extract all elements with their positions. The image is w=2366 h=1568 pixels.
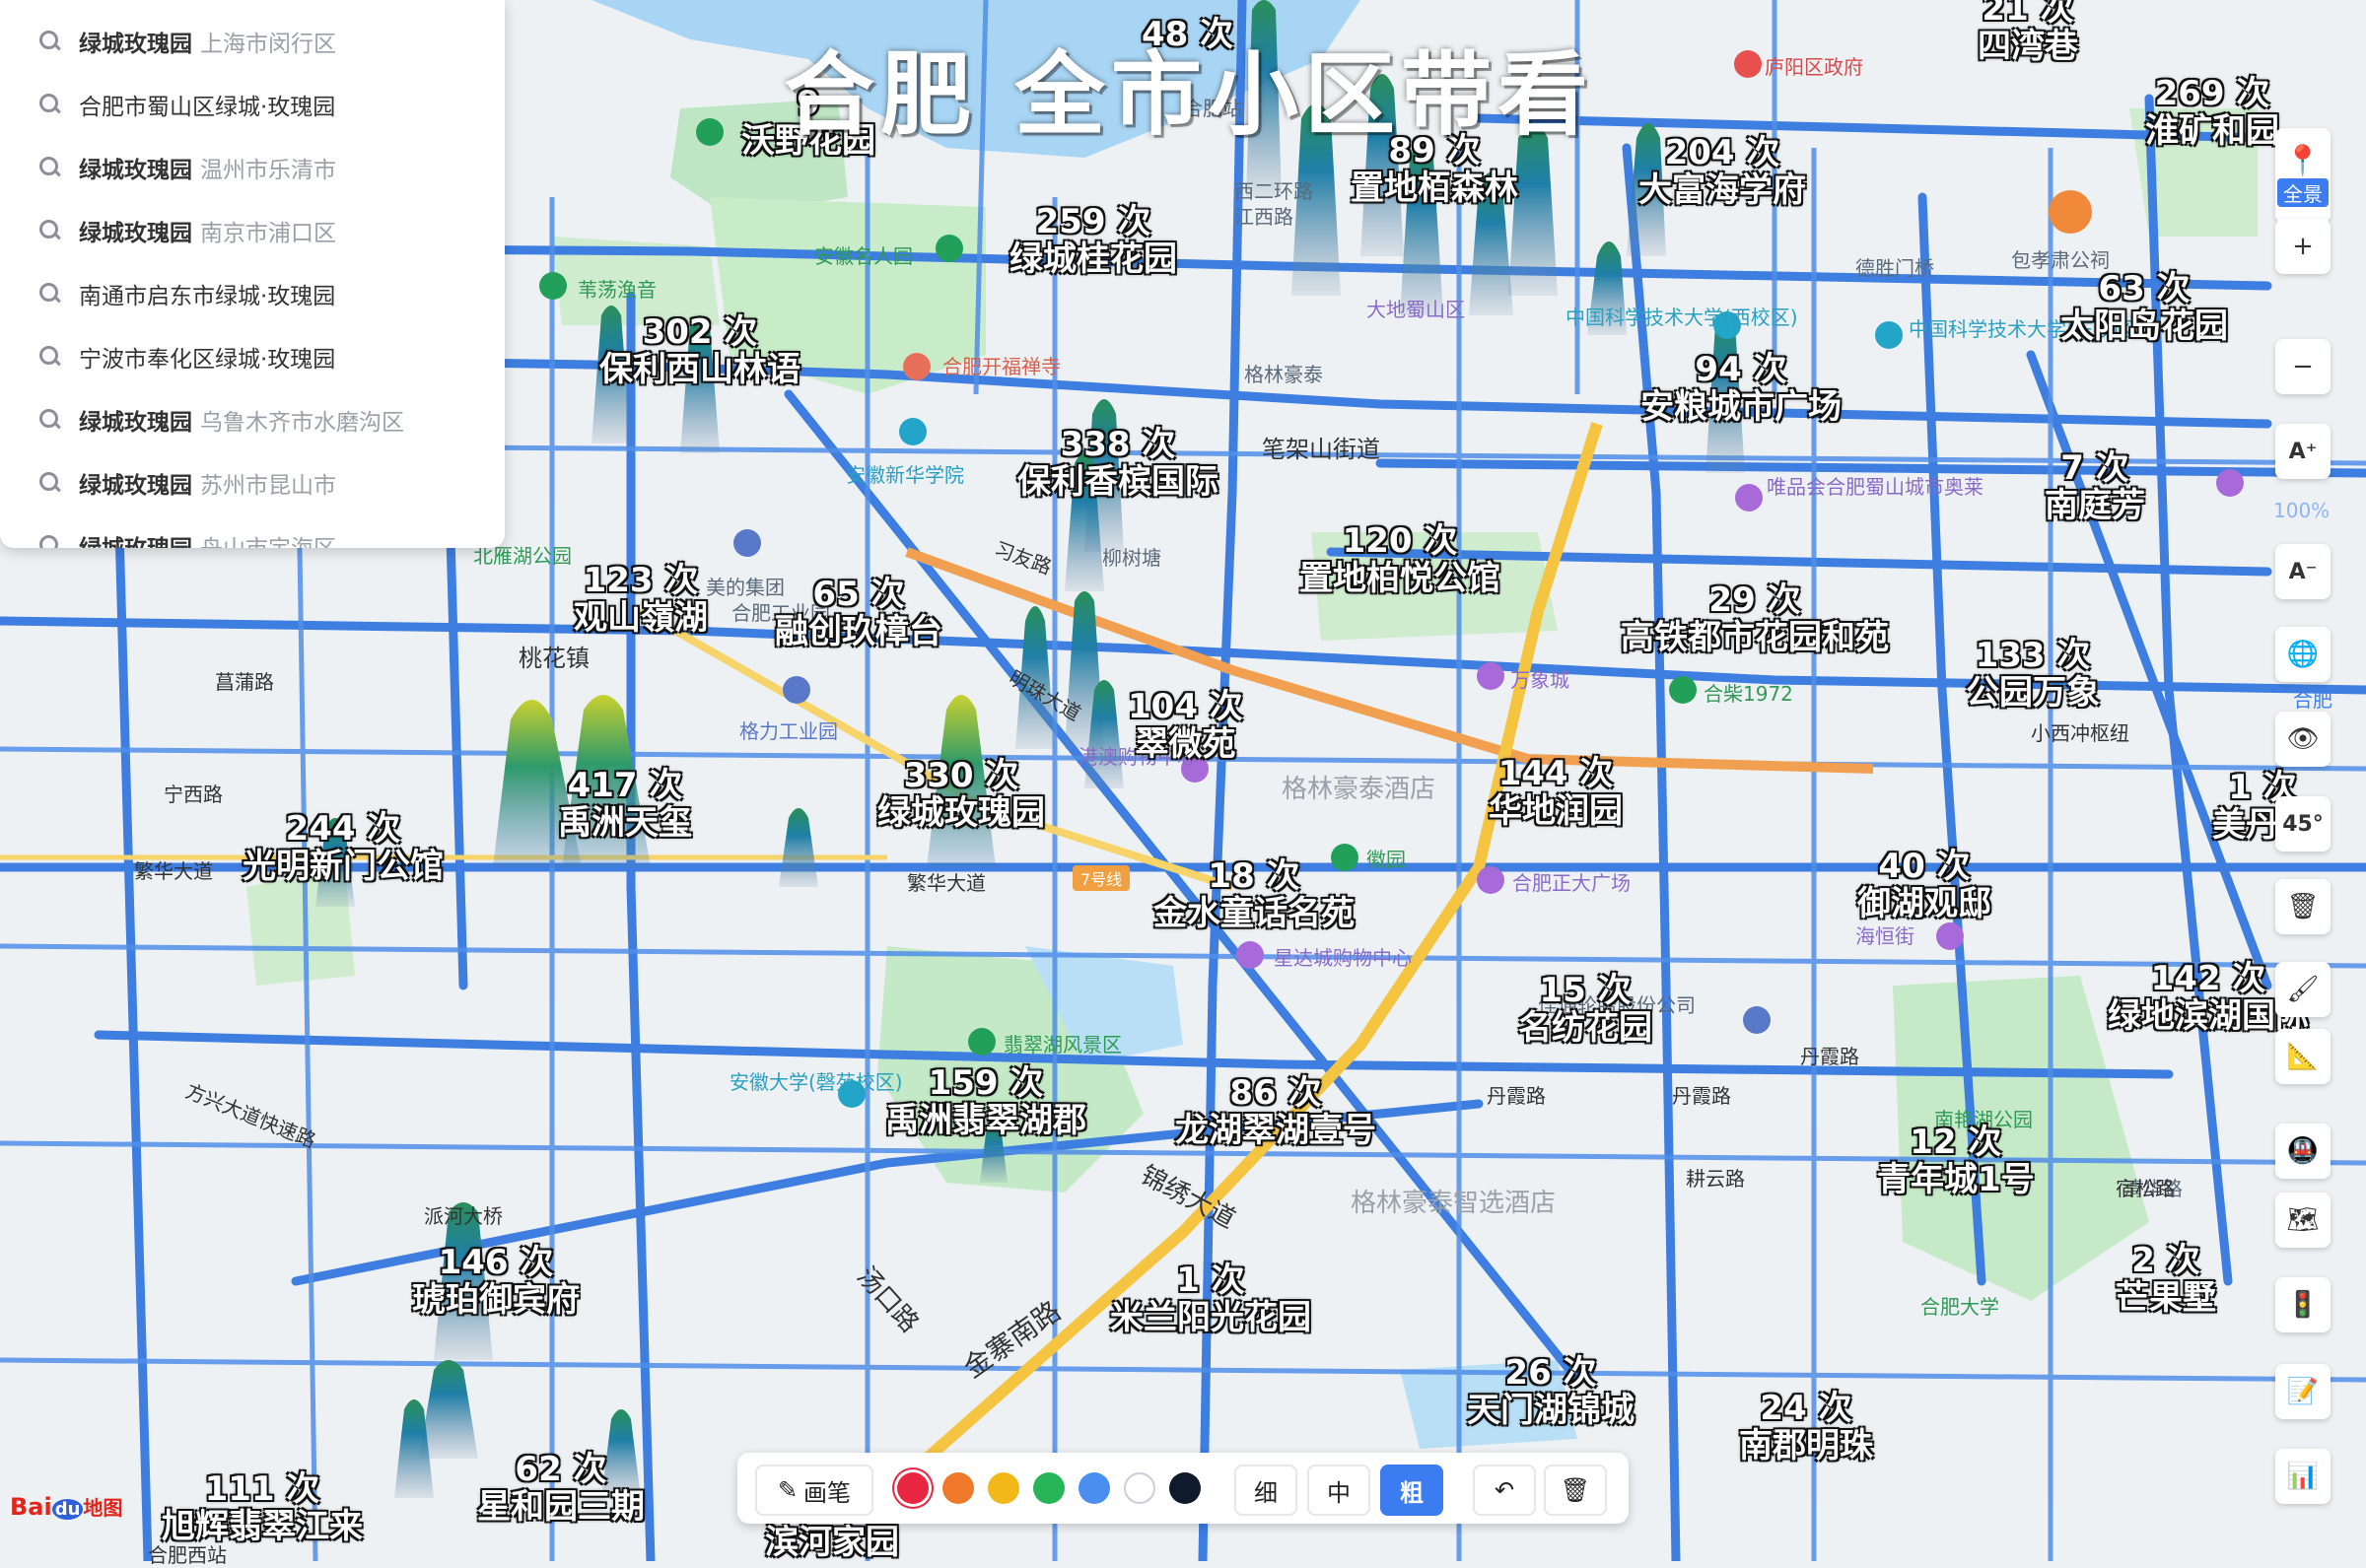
- suggestion-item[interactable]: 绿城玫瑰园 南京市浦口区: [0, 199, 505, 262]
- suggestion-item[interactable]: 绿城玫瑰园 乌鲁木齐市水磨沟区: [0, 388, 505, 451]
- satellite-icon[interactable]: 🗺: [2275, 1193, 2331, 1248]
- zoom-percent: 100%: [2273, 499, 2331, 522]
- search-icon: [39, 31, 61, 52]
- search-suggestion-dropdown: 绿城玫瑰园 上海市闵行区 合肥市蜀山区绿城·玫瑰园 绿城玫瑰园 温州市乐清市 绿城玫…: [0, 0, 505, 548]
- note-icon[interactable]: 📝: [2275, 1364, 2331, 1419]
- drawing-toolbar: ✎ 画笔 细 中 粗 ↶ 🗑: [737, 1453, 1629, 1524]
- stats-icon[interactable]: 📊: [2275, 1449, 2331, 1504]
- suggestion-item[interactable]: 绿城玫瑰园 上海市闵行区: [0, 10, 505, 73]
- color-swatch-red[interactable]: [897, 1472, 929, 1504]
- font-decrease-button[interactable]: A⁻: [2275, 544, 2331, 599]
- search-icon: [39, 283, 61, 305]
- search-icon: [39, 409, 61, 431]
- width-thin-button[interactable]: 细: [1234, 1465, 1297, 1516]
- pencil-icon: ✎: [777, 1476, 799, 1504]
- ruler-icon[interactable]: 📐: [2275, 1029, 2331, 1084]
- location-pin-icon: 📍: [2284, 144, 2322, 178]
- suggestion-item[interactable]: 合肥市蜀山区绿城·玫瑰园: [0, 73, 505, 136]
- color-swatch-orange[interactable]: [942, 1472, 974, 1504]
- search-icon: [39, 157, 61, 178]
- color-swatch-black[interactable]: [1169, 1472, 1201, 1504]
- suggestion-item[interactable]: 绿城玫瑰园 苏州市昆山市: [0, 451, 505, 514]
- suggestion-item[interactable]: 南通市启东市绿城·玫瑰园: [0, 262, 505, 325]
- color-swatch-white[interactable]: [1124, 1472, 1155, 1504]
- search-icon: [39, 346, 61, 368]
- trash-icon[interactable]: 🗑: [2275, 879, 2331, 934]
- globe-icon[interactable]: 🌐: [2275, 627, 2331, 682]
- color-swatch-yellow[interactable]: [988, 1472, 1019, 1504]
- zoom-out-button[interactable]: −: [2275, 339, 2331, 394]
- search-icon: [39, 535, 61, 548]
- color-swatch-blue[interactable]: [1079, 1472, 1110, 1504]
- subway-icon[interactable]: 🚇: [2275, 1124, 2331, 1179]
- suggestion-item[interactable]: 绿城玫瑰园 温州市乐清市: [0, 136, 505, 199]
- color-swatch-green[interactable]: [1033, 1472, 1065, 1504]
- width-thick-button[interactable]: 粗: [1380, 1465, 1443, 1516]
- width-medium-button[interactable]: 中: [1307, 1465, 1370, 1516]
- suggestion-item[interactable]: 宁波市奉化区绿城·玫瑰园: [0, 325, 505, 388]
- pen-button[interactable]: ✎ 画笔: [755, 1465, 873, 1516]
- page-title: 合肥 全市小区带看: [784, 42, 1595, 148]
- search-icon: [39, 472, 61, 494]
- locate-panorama-button[interactable]: 📍 全景: [2275, 128, 2331, 223]
- undo-button[interactable]: ↶: [1473, 1465, 1536, 1516]
- eye-icon[interactable]: 👁: [2275, 712, 2331, 767]
- zoom-in-button[interactable]: +: [2275, 219, 2331, 274]
- search-icon: [39, 220, 61, 241]
- search-icon: [39, 94, 61, 115]
- panorama-label: 全景: [2277, 178, 2329, 207]
- suggestion-item[interactable]: 绿城玫瑰园舟山市定海区: [0, 514, 505, 548]
- brush-icon[interactable]: 🖌: [2275, 962, 2331, 1017]
- traffic-icon[interactable]: 🚦: [2275, 1277, 2331, 1332]
- baidu-map-logo: Bai du 地图: [10, 1493, 123, 1521]
- font-increase-button[interactable]: A⁺: [2275, 424, 2331, 479]
- clear-button[interactable]: 🗑: [1544, 1465, 1607, 1516]
- tilt-button[interactable]: 45°: [2275, 796, 2331, 852]
